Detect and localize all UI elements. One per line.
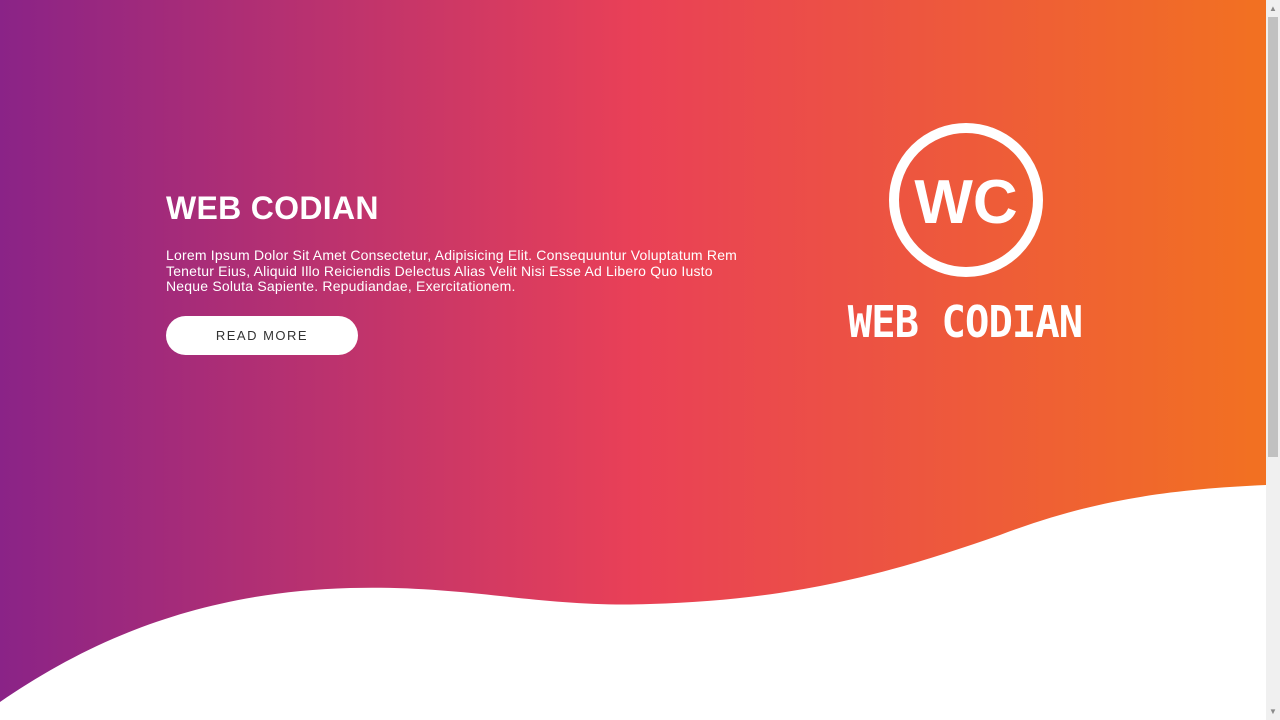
hero-section: WEB CODIAN Lorem Ipsum Dolor Sit Amet Co… — [0, 0, 1266, 720]
scroll-up-arrow-icon[interactable]: ▲ — [1266, 0, 1280, 17]
hero-title: WEB CODIAN — [166, 190, 379, 226]
hero-gradient-background — [0, 0, 1266, 720]
scrollbar-thumb[interactable] — [1268, 17, 1278, 457]
read-more-button[interactable]: READ MORE — [166, 315, 358, 355]
vertical-scrollbar[interactable]: ▲ ▼ — [1266, 0, 1280, 720]
logo: WC WEB CODIAN — [830, 115, 1100, 355]
logo-wordmark: WEB CODIAN — [847, 297, 1083, 348]
scroll-down-arrow-icon[interactable]: ▼ — [1266, 703, 1280, 720]
hero-content: WEB CODIAN Lorem Ipsum Dolor Sit Amet Co… — [166, 188, 756, 355]
hero-description: Lorem Ipsum Dolor Sit Amet Consectetur, … — [166, 247, 738, 294]
logo-circle-icon: WC — [889, 123, 1043, 277]
page: WEB CODIAN Lorem Ipsum Dolor Sit Amet Co… — [0, 0, 1280, 720]
logo-monogram: WC — [914, 168, 1017, 237]
